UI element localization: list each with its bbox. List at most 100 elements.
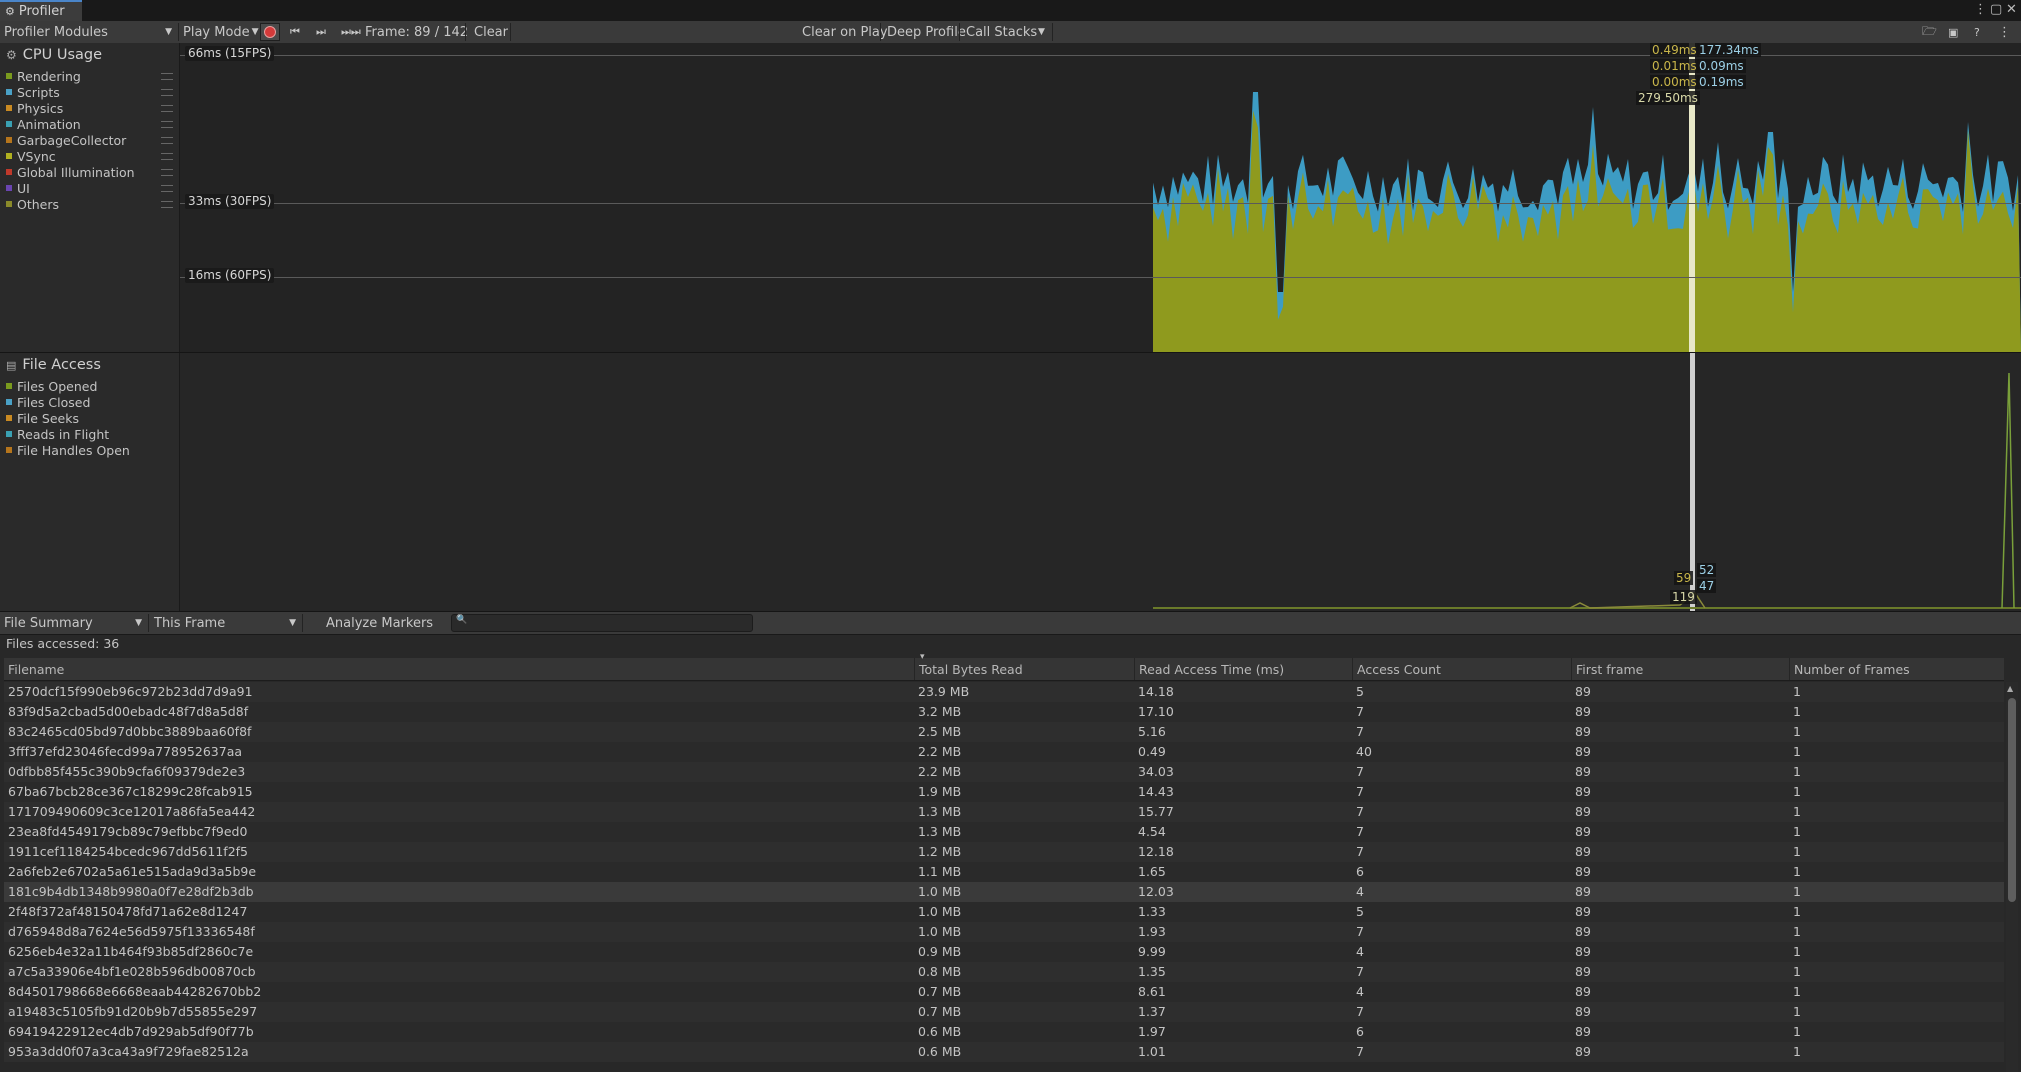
next-frame-button[interactable]: ⏭: [316, 21, 326, 43]
table-row[interactable]: 953a3dd0f07a3ca43a9f729fae82512a 0.6 MB 1.…: [4, 1042, 2004, 1062]
table-row[interactable]: 2570dcf15f990eb96c972b23dd7d9a91 23.9 MB 1…: [4, 682, 2004, 702]
table-row[interactable]: 0dfbb85f455c390b9cfa6f09379de2e3 2.2 MB 34…: [4, 762, 2004, 782]
cpu-legend-item[interactable]: UI: [6, 180, 30, 196]
last-frame-button[interactable]: ⏭⏭: [341, 21, 361, 43]
table-header: Filename Total Bytes Read Read Access Time…: [4, 652, 2004, 681]
call-stacks-dropdown[interactable]: ▼: [1038, 21, 1045, 43]
table-row[interactable]: 6256eb4e32a11b464f93b85df2860c7e 0.9 MB 9.…: [4, 942, 2004, 962]
table-cell: 1.93: [1138, 924, 1166, 939]
table-cell: 40: [1356, 744, 1372, 759]
play-mode-dropdown[interactable]: Play Mode ▼: [183, 21, 259, 43]
maximize-icon[interactable]: ▢: [1990, 2, 2002, 17]
cpu-legend-item[interactable]: VSync: [6, 148, 56, 164]
column-header[interactable]: Filename: [4, 658, 914, 680]
drag-handle-icon[interactable]: [161, 89, 173, 96]
table-row[interactable]: d765948d8a7624e56d5975f13336548f 1.0 MB 1.…: [4, 922, 2004, 942]
table-cell: 1.1 MB: [918, 864, 962, 879]
analyze-markers-button[interactable]: Analyze Markers: [326, 612, 433, 634]
record-button[interactable]: [260, 23, 280, 41]
tab-title: Profiler: [18, 4, 65, 19]
table-cell: 69419422912ec4db7d929ab5df90f77b: [8, 1024, 254, 1039]
table-cell: 7: [1356, 764, 1364, 779]
table-row[interactable]: a7c5a33906e4bf1e028b596db00870cb 0.8 MB 1.…: [4, 962, 2004, 982]
cpu-legend-item[interactable]: Physics: [6, 100, 63, 116]
file-access-legend-item[interactable]: File Handles Open: [6, 442, 130, 458]
cpu-legend-item[interactable]: Others: [6, 196, 59, 212]
table-row[interactable]: 3fff37efd23046fecd99a778952637aa 2.2 MB 0.…: [4, 742, 2004, 762]
tooltip-value: 0.19ms: [1697, 75, 1746, 89]
table-cell: 1.97: [1138, 1024, 1166, 1039]
table-row[interactable]: 2a6feb2e6702a5a61e515ada9d3a5b9e 1.1 MB 1.…: [4, 862, 2004, 882]
more-icon[interactable]: ⋮: [1974, 2, 1987, 17]
summary-toolbar: File Summary ▼ This Frame ▼ Analyze Mark…: [0, 612, 2021, 635]
table-row[interactable]: 67ba67bcb28ce367c18299c28fcab915 1.9 MB 14…: [4, 782, 2004, 802]
cpu-legend-item[interactable]: Animation: [6, 116, 81, 132]
table-cell: 89: [1575, 1024, 1591, 1039]
deep-profile-button[interactable]: Deep Profile: [887, 21, 966, 43]
table-cell: 89: [1575, 984, 1591, 999]
file-access-legend-item[interactable]: File Seeks: [6, 410, 79, 426]
view-dropdown[interactable]: File Summary ▼: [4, 612, 144, 634]
table-cell: 7: [1356, 704, 1364, 719]
table-row[interactable]: 1911cef1184254bcedc967dd5611f2f5 1.2 MB 12…: [4, 842, 2004, 862]
column-header[interactable]: Number of Frames: [1789, 658, 2004, 680]
call-stacks-button[interactable]: Call Stacks: [966, 21, 1037, 43]
column-header[interactable]: Total Bytes Read: [914, 658, 1134, 680]
legend-label: Reads in Flight: [17, 426, 110, 442]
table-row[interactable]: 181c9b4db1348b9980a0f7e28df2b3db 1.0 MB 12…: [4, 882, 2004, 902]
drag-handle-icon[interactable]: [161, 185, 173, 192]
drag-handle-icon[interactable]: [161, 105, 173, 112]
tooltip-value: 0.49ms: [1650, 43, 1699, 57]
column-header[interactable]: Access Count: [1352, 658, 1571, 680]
clear-on-play-button[interactable]: Clear on Play: [802, 21, 888, 43]
drag-handle-icon[interactable]: [161, 153, 173, 160]
drag-handle-icon[interactable]: [161, 169, 173, 176]
fps-line-60: [180, 277, 2021, 278]
table-row[interactable]: 23ea8fd4549179cb89c79efbbc7f9ed0 1.3 MB 4.…: [4, 822, 2004, 842]
chevron-down-icon: ▼: [165, 27, 172, 37]
table-row[interactable]: 171709490609c3ce12017a86fa5ea442 1.3 MB 15…: [4, 802, 2004, 822]
drag-handle-icon[interactable]: [161, 73, 173, 80]
profiler-modules-dropdown[interactable]: Profiler Modules ▼: [4, 21, 174, 43]
file-access-title[interactable]: ▤ File Access: [6, 357, 101, 373]
file-access-legend-item[interactable]: Files Closed: [6, 394, 90, 410]
column-header[interactable]: Read Access Time (ms): [1134, 658, 1352, 680]
file-access-legend-item[interactable]: Reads in Flight: [6, 426, 109, 442]
cpu-usage-title[interactable]: ⚙ CPU Usage: [6, 47, 102, 63]
table-row[interactable]: 8d4501798668e6668eaab44282670bb2 0.7 MB 8.…: [4, 982, 2004, 1002]
column-header[interactable]: First frame: [1571, 658, 1789, 680]
help-icon[interactable]: ?: [1974, 21, 1980, 43]
table-cell: 1: [1793, 964, 1801, 979]
search-input[interactable]: 🔍: [451, 614, 753, 632]
cpu-legend-item[interactable]: Scripts: [6, 84, 60, 100]
table-row[interactable]: 2f48f372af48150478fd71a62e8d1247 1.0 MB 1.…: [4, 902, 2004, 922]
tab-profiler[interactable]: ⚙ Profiler: [0, 0, 82, 21]
drag-handle-icon[interactable]: [161, 121, 173, 128]
first-frame-button[interactable]: ⏮: [290, 21, 300, 43]
save-icon[interactable]: ▣: [1948, 21, 1958, 43]
file-access-legend-item[interactable]: Files Opened: [6, 378, 97, 394]
drag-handle-icon[interactable]: [161, 201, 173, 208]
close-icon[interactable]: ✕: [2006, 2, 2017, 17]
table-row[interactable]: 83c2465cd05bd97d0bbc3889baa60f8f 2.5 MB 5.…: [4, 722, 2004, 742]
load-icon[interactable]: 🗁: [1922, 21, 1937, 43]
scrollbar-thumb[interactable]: [2008, 698, 2016, 902]
table-row[interactable]: a19483c5105fb91d20b9b7d55855e297 0.7 MB 1.…: [4, 1002, 2004, 1022]
selected-frame-marker: [1689, 43, 1695, 352]
fps-label-30: 33ms (30FPS): [185, 194, 275, 209]
cpu-legend-item[interactable]: GarbageCollector: [6, 132, 126, 148]
cpu-usage-chart[interactable]: [180, 43, 2021, 352]
cpu-legend-item[interactable]: Global Illumination: [6, 164, 135, 180]
drag-handle-icon[interactable]: [161, 137, 173, 144]
chevron-down-icon: ▼: [1038, 27, 1045, 37]
clear-button[interactable]: Clear: [474, 21, 508, 43]
table-cell: 7: [1356, 844, 1364, 859]
table-row[interactable]: 69419422912ec4db7d929ab5df90f77b 0.6 MB 1.…: [4, 1022, 2004, 1042]
more-options-icon[interactable]: ⋮: [1998, 21, 2011, 43]
table-row[interactable]: 83f9d5a2cbad5d00ebadc48f7d8a5d8f 3.2 MB 17…: [4, 702, 2004, 722]
cpu-legend-item[interactable]: Rendering: [6, 68, 81, 84]
file-access-chart[interactable]: [180, 353, 2021, 611]
scroll-up-icon[interactable]: ▲: [2007, 684, 2013, 693]
range-dropdown[interactable]: This Frame ▼: [154, 612, 298, 634]
table-cell: 1: [1793, 804, 1801, 819]
